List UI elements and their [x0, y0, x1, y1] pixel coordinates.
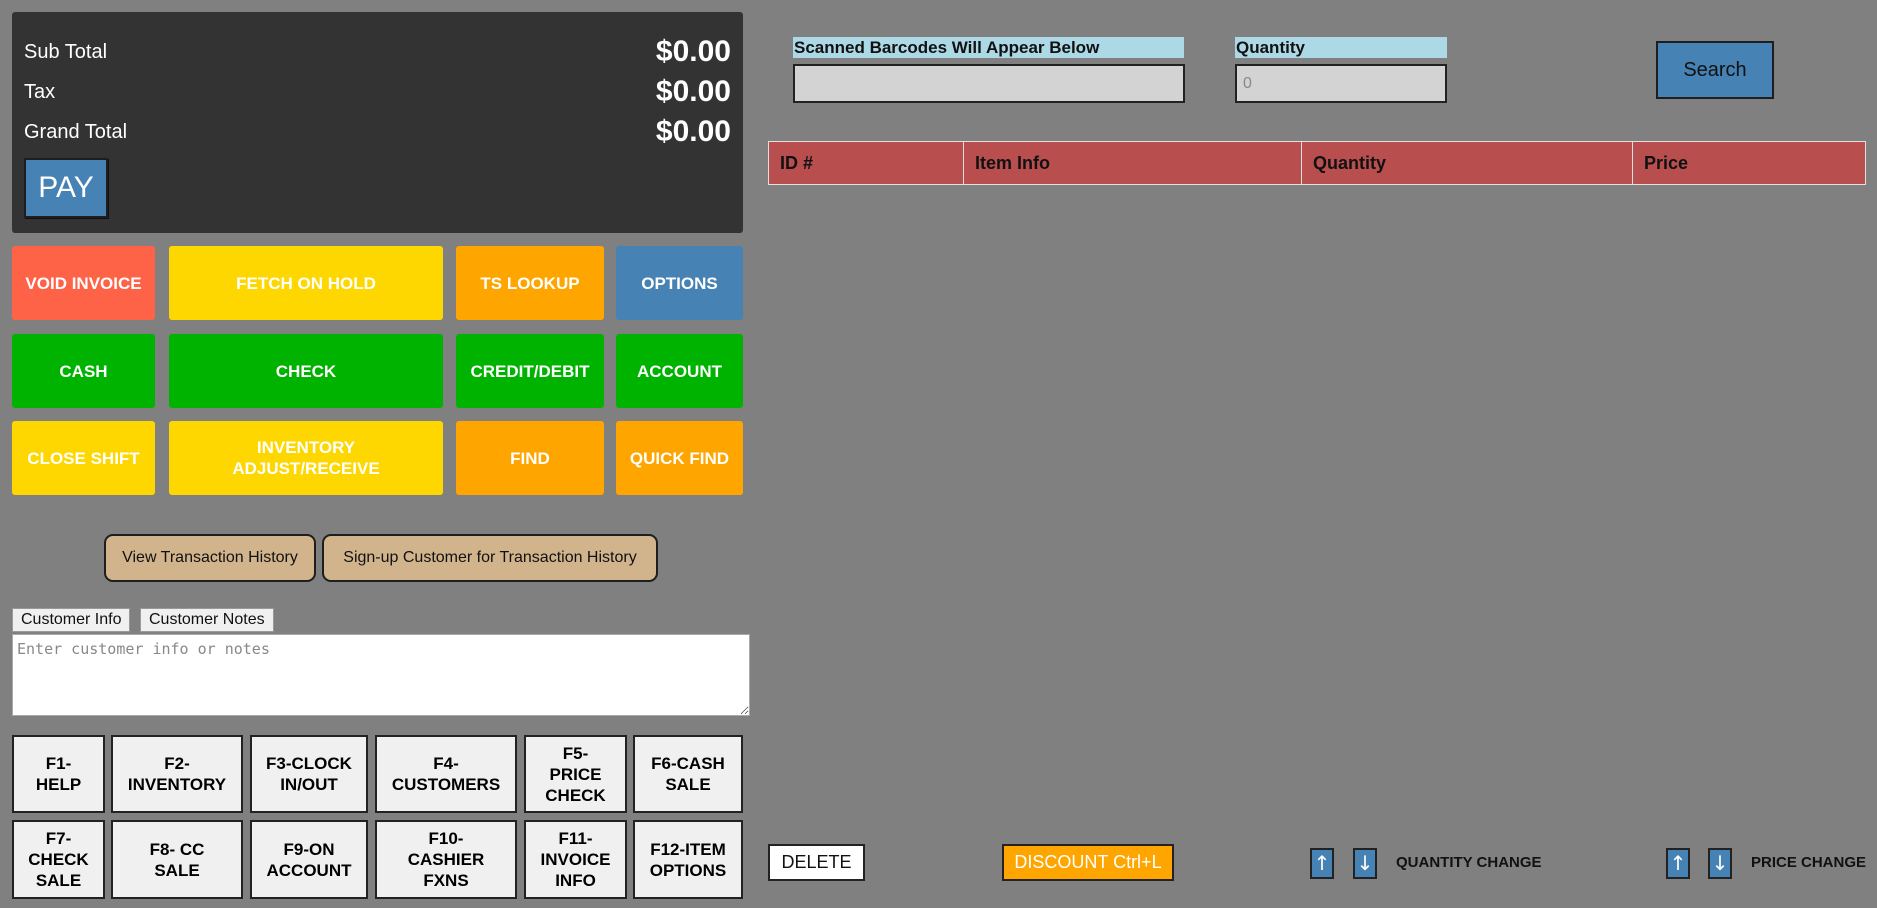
f6-label: F6-CASH SALE	[651, 754, 725, 794]
barcode-label: Scanned Barcodes Will Appear Below	[793, 37, 1184, 58]
ts-lookup-button[interactable]: TS LOOKUP	[456, 246, 604, 320]
f11-label: F11- INVOICE INFO	[540, 829, 611, 890]
f12-label: F12-ITEM OPTIONS	[649, 839, 727, 880]
f6-cash-sale-key[interactable]: F6-CASH SALE	[633, 735, 743, 813]
f9-label: F9-ON ACCOUNT	[266, 839, 352, 880]
subtotal-label: Sub Total	[24, 41, 108, 63]
f8-label: F8- CC SALE	[149, 839, 205, 880]
f9-on-account-key[interactable]: F9-ON ACCOUNT	[250, 820, 368, 899]
f4-label: F4- CUSTOMERS	[391, 754, 501, 794]
tab-customer-info[interactable]: Customer Info	[12, 608, 131, 632]
view-transaction-history-button[interactable]: View Transaction History	[104, 534, 316, 582]
quantity-down-arrow-icon[interactable]: ↓	[1353, 848, 1377, 879]
price-change-label: PRICE CHANGE	[1751, 854, 1867, 871]
tab-customer-notes[interactable]: Customer Notes	[140, 608, 274, 632]
price-up-arrow-icon[interactable]: ↑	[1666, 848, 1690, 879]
f5-price-check-key[interactable]: F5- PRICE CHECK	[524, 735, 627, 813]
f11-invoice-info-key[interactable]: F11- INVOICE INFO	[524, 820, 627, 899]
credit-debit-button[interactable]: CREDIT/DEBIT	[456, 334, 604, 408]
options-button[interactable]: OPTIONS	[616, 246, 743, 320]
account-button[interactable]: ACCOUNT	[616, 334, 743, 408]
customer-notes-textarea[interactable]	[12, 634, 750, 716]
signup-customer-history-button[interactable]: Sign-up Customer for Transaction History	[322, 534, 658, 582]
col-quantity[interactable]: Quantity	[1301, 141, 1633, 185]
f1-label: F1- HELP	[35, 754, 82, 794]
check-button[interactable]: CHECK	[169, 334, 443, 408]
price-down-arrow-icon[interactable]: ↓	[1708, 848, 1732, 879]
grand-total-row: Grand Total $0.00	[24, 112, 731, 152]
cash-button[interactable]: CASH	[12, 334, 155, 408]
col-item-info[interactable]: Item Info	[963, 141, 1302, 185]
totals-panel: Sub Total $0.00 Tax $0.00 Grand Total $0…	[12, 12, 743, 233]
void-invoice-button[interactable]: VOID INVOICE	[12, 246, 155, 320]
f7-label: F7- CHECK SALE	[28, 829, 89, 890]
f2-inventory-key[interactable]: F2- INVENTORY	[111, 735, 243, 813]
grand-total-label: Grand Total	[24, 121, 128, 143]
f5-label: F5- PRICE CHECK	[545, 743, 606, 805]
tax-value: $0.00	[655, 75, 731, 108]
barcode-input[interactable]	[793, 64, 1185, 103]
close-shift-button[interactable]: CLOSE SHIFT	[12, 421, 155, 495]
quantity-up-arrow-icon[interactable]: ↑	[1310, 848, 1334, 879]
col-id[interactable]: ID #	[768, 141, 964, 185]
f7-check-sale-key[interactable]: F7- CHECK SALE	[12, 820, 105, 899]
discount-button[interactable]: DISCOUNT Ctrl+L	[1002, 844, 1174, 881]
fetch-on-hold-button[interactable]: FETCH ON HOLD	[169, 246, 443, 320]
pay-button[interactable]: PAY	[24, 158, 108, 218]
inventory-adjust-receive-button[interactable]: INVENTORY ADJUST/RECEIVE	[169, 421, 443, 495]
tax-row: Tax $0.00	[24, 72, 731, 112]
f12-item-options-key[interactable]: F12-ITEM OPTIONS	[633, 820, 743, 899]
grand-total-value: $0.00	[655, 115, 731, 148]
inventory-button-line2: ADJUST/RECEIVE	[232, 459, 380, 478]
items-table-header: ID # Item Info Quantity Price	[768, 141, 1866, 185]
f1-help-key[interactable]: F1- HELP	[12, 735, 105, 813]
tax-label: Tax	[24, 81, 56, 103]
f2-label: F2- INVENTORY	[127, 754, 227, 794]
col-price[interactable]: Price	[1632, 141, 1866, 185]
quantity-change-label: QUANTITY CHANGE	[1396, 854, 1542, 871]
quick-find-button[interactable]: QUICK FIND	[616, 421, 743, 495]
quantity-label: Quantity	[1235, 37, 1447, 58]
inventory-button-line1: INVENTORY	[256, 438, 356, 457]
f10-cashier-fxns-key[interactable]: F10- CASHIER FXNS	[375, 820, 517, 899]
subtotal-value: $0.00	[655, 35, 731, 68]
search-button[interactable]: Search	[1656, 41, 1774, 99]
quantity-input[interactable]	[1235, 64, 1447, 103]
find-button[interactable]: FIND	[456, 421, 604, 495]
f4-customers-key[interactable]: F4- CUSTOMERS	[375, 735, 517, 813]
f8-cc-sale-key[interactable]: F8- CC SALE	[111, 820, 243, 899]
f10-label: F10- CASHIER FXNS	[407, 829, 485, 890]
subtotal-row: Sub Total $0.00	[24, 32, 731, 72]
f3-label: F3-CLOCK IN/OUT	[266, 754, 352, 794]
f3-clock-in-out-key[interactable]: F3-CLOCK IN/OUT	[250, 735, 368, 813]
items-table: ID # Item Info Quantity Price	[768, 141, 1866, 185]
delete-button[interactable]: DELETE	[768, 844, 865, 881]
